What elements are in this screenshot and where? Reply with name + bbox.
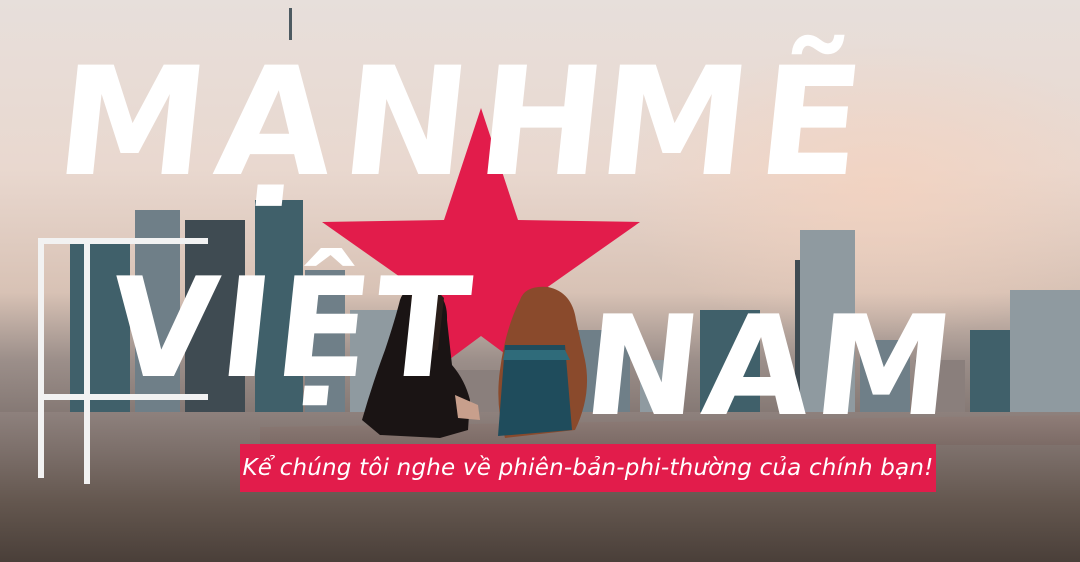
tagline-banner: Kể chúng tôi nghe về phiên-bản-phi-thườn… (240, 444, 936, 492)
headline-word-2: Mẽ (590, 36, 881, 210)
tagline-text: Kể chúng tôi nghe về phiên-bản-phi-thườn… (242, 455, 934, 481)
headline-word-1: Mạnh (48, 36, 624, 210)
headline-word-4: Nam (576, 286, 966, 447)
hero-banner: Mạnh Mẽ Việt Nam Kể chúng tôi nghe về ph… (0, 0, 1080, 562)
headline-word-3: Việt (101, 248, 482, 409)
